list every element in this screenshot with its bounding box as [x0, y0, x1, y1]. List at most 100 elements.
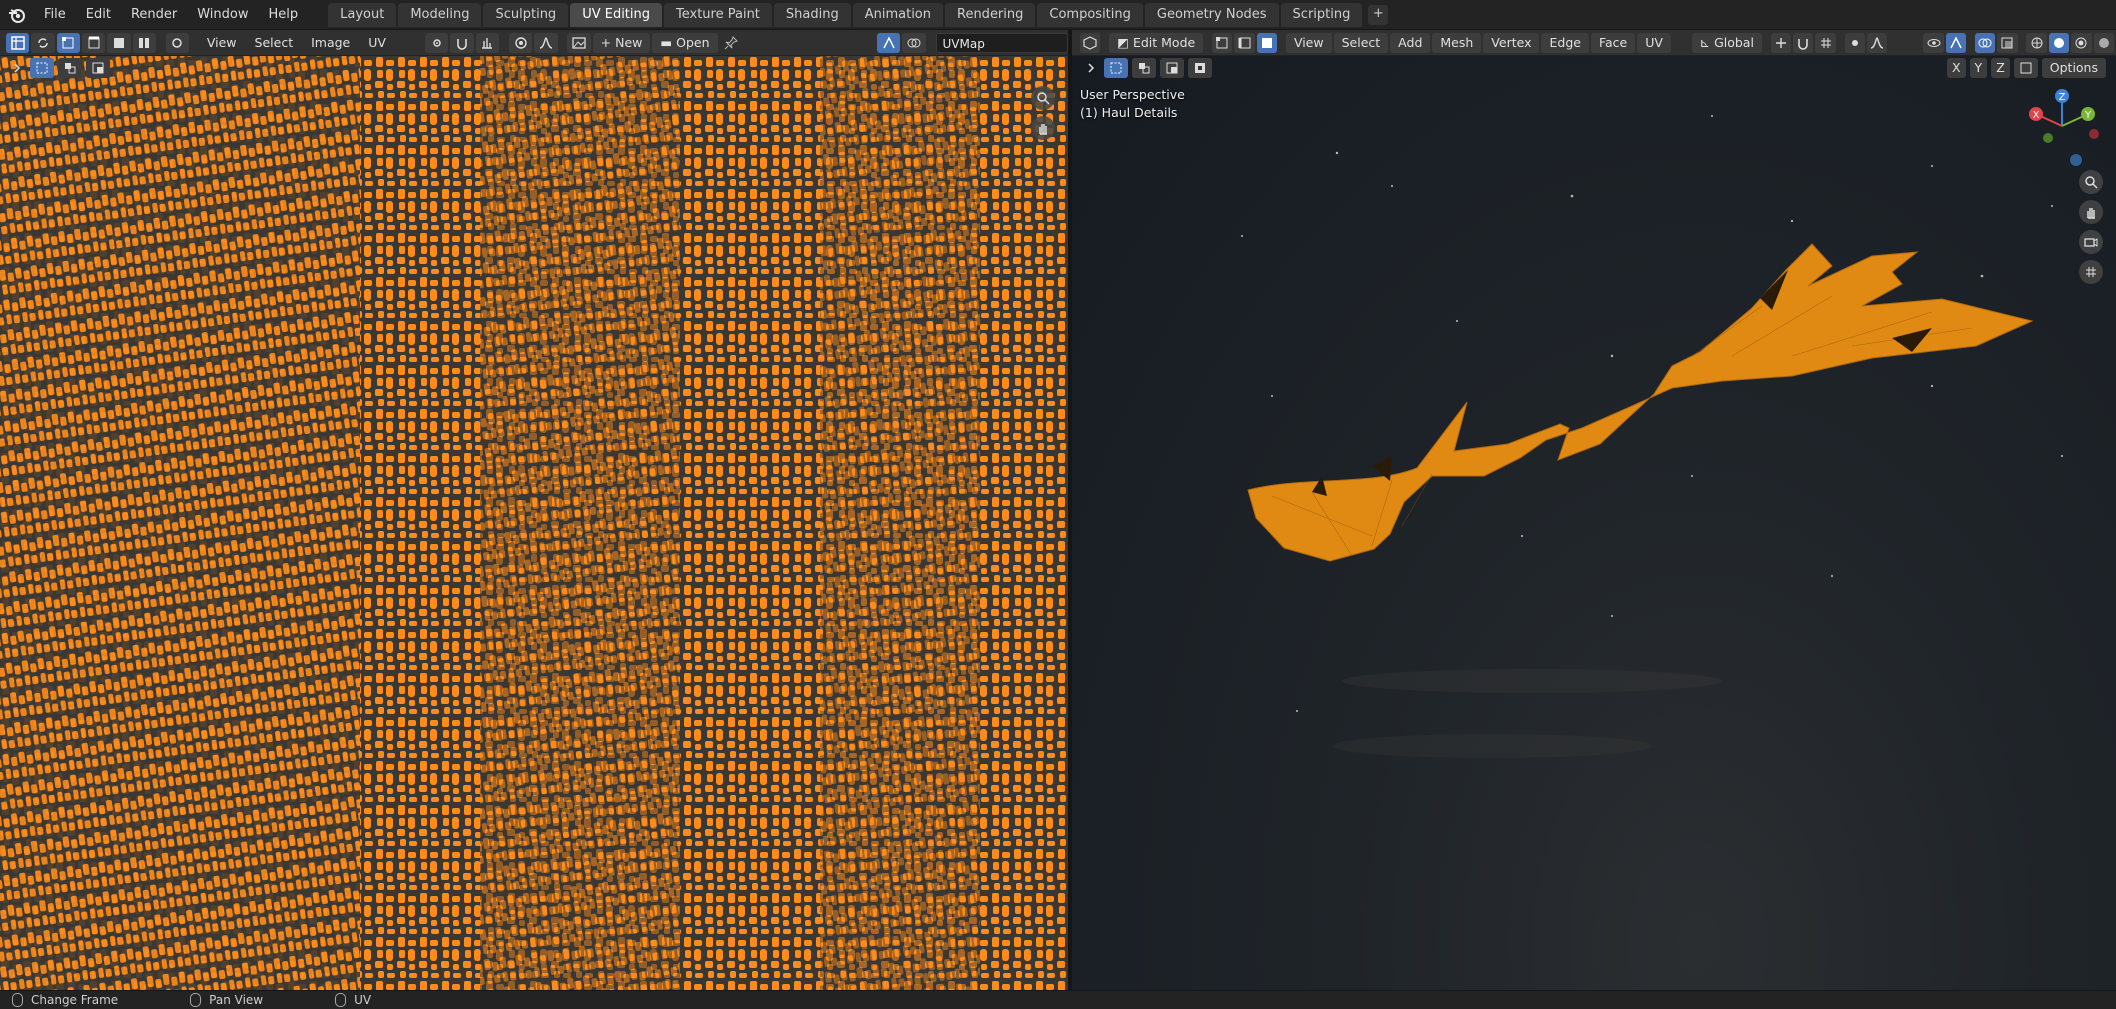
- toolbar-expand-icon[interactable]: [8, 58, 26, 78]
- tab-compositing[interactable]: Compositing: [1037, 2, 1143, 27]
- face-select-icon[interactable]: [107, 32, 131, 53]
- gizmo-neg-y-axis[interactable]: [2043, 133, 2053, 143]
- wireframe-shading-icon[interactable]: [2026, 32, 2047, 53]
- vp-select-box-icon[interactable]: [1104, 58, 1128, 78]
- vp-menu-uv[interactable]: UV: [1637, 32, 1671, 53]
- 3d-viewport[interactable]: User Perspective (1) Haul Details X Y Z …: [1072, 56, 2116, 990]
- editor-type-icon[interactable]: [6, 32, 30, 53]
- edge-select-icon[interactable]: [81, 32, 106, 53]
- image-browse-icon[interactable]: [567, 32, 591, 53]
- face-mode-icon[interactable]: [1256, 32, 1278, 53]
- viewport-info: User Perspective (1) Haul Details: [1080, 86, 1185, 122]
- falloff-icon[interactable]: [534, 32, 558, 53]
- tab-animation[interactable]: Animation: [852, 2, 943, 27]
- menu-file[interactable]: File: [34, 3, 76, 27]
- new-image-button[interactable]: + New: [592, 32, 651, 53]
- gizmo-neg-z-axis[interactable]: [2070, 154, 2082, 166]
- uv-menu-view[interactable]: View: [199, 33, 245, 53]
- rendered-shading-icon[interactable]: [2093, 32, 2114, 53]
- mouse-right-icon: [335, 993, 347, 1007]
- vertex-mode-icon[interactable]: [1212, 32, 1233, 53]
- tab-rendering[interactable]: Rendering: [945, 2, 1036, 27]
- menu-window[interactable]: Window: [187, 3, 258, 27]
- snap-icon[interactable]: [450, 32, 474, 53]
- pin-icon[interactable]: [720, 33, 743, 53]
- mode-dropdown[interactable]: ◩ Edit Mode: [1109, 32, 1204, 53]
- uv-menu-select[interactable]: Select: [247, 33, 302, 53]
- visibility-icon[interactable]: [1923, 32, 1944, 53]
- vp-menu-add[interactable]: Add: [1390, 32, 1431, 53]
- tab-texture-paint[interactable]: Texture Paint: [664, 2, 772, 27]
- vp-snap-grid-icon[interactable]: [1815, 32, 1836, 53]
- vp-menu-edge[interactable]: Edge: [1541, 32, 1589, 53]
- mirror-x-button[interactable]: X: [1946, 58, 1966, 78]
- add-workspace-button[interactable]: +: [1368, 4, 1389, 25]
- pan-hand-icon[interactable]: [1031, 116, 1055, 140]
- tab-shading[interactable]: Shading: [773, 2, 851, 27]
- select-box-icon[interactable]: [30, 58, 54, 78]
- vertex-select-icon[interactable]: [56, 32, 80, 53]
- editor-type-3d-icon[interactable]: [1080, 32, 1101, 53]
- tab-geometry-nodes[interactable]: Geometry Nodes: [1144, 2, 1279, 27]
- gizmo-toggle-icon[interactable]: [1945, 32, 1967, 53]
- mirror-topology-icon[interactable]: [2013, 58, 2038, 78]
- material-shading-icon[interactable]: [2071, 32, 2092, 53]
- menu-render[interactable]: Render: [121, 3, 187, 27]
- vp-tool-row: [1082, 58, 1214, 78]
- vp-falloff-icon[interactable]: [1867, 32, 1888, 53]
- sticky-selection-icon[interactable]: [165, 32, 190, 53]
- solid-shading-icon[interactable]: [2048, 32, 2070, 53]
- uv-menu-image[interactable]: Image: [303, 33, 358, 53]
- vp-snap-icon[interactable]: [1793, 32, 1814, 53]
- vp-menu-view[interactable]: View: [1285, 32, 1332, 53]
- camera-view-icon[interactable]: [2079, 230, 2103, 254]
- options-dropdown[interactable]: Options: [2041, 58, 2106, 78]
- vp-menu-vertex[interactable]: Vertex: [1483, 32, 1540, 53]
- vp-menu-face[interactable]: Face: [1590, 32, 1636, 53]
- vp-menu-mesh[interactable]: Mesh: [1432, 32, 1482, 53]
- menu-help[interactable]: Help: [259, 3, 309, 27]
- menu-edit[interactable]: Edit: [76, 3, 121, 27]
- uvmap-field[interactable]: UVMap: [935, 32, 1069, 53]
- gizmo-neg-x-axis[interactable]: [2089, 129, 2099, 139]
- zoom-icon[interactable]: [1031, 86, 1055, 110]
- pivot-icon[interactable]: [425, 32, 449, 53]
- open-image-button[interactable]: ▬ Open: [652, 32, 718, 53]
- pivot-point-icon[interactable]: [1770, 32, 1792, 53]
- vp-pan-hand-icon[interactable]: [2079, 200, 2103, 224]
- tab-scripting[interactable]: Scripting: [1280, 2, 1363, 27]
- vp-zoom-icon[interactable]: [2079, 170, 2103, 194]
- tab-uv-editing[interactable]: UV Editing: [570, 2, 663, 27]
- xray-toggle-icon[interactable]: [1997, 32, 2018, 53]
- vp-select-subtract-icon[interactable]: [1160, 58, 1184, 78]
- mouse-middle-icon: [190, 993, 202, 1007]
- edit-mode-icon: ◩: [1117, 34, 1133, 50]
- mirror-z-button[interactable]: Z: [1991, 58, 2010, 78]
- tab-modeling[interactable]: Modeling: [398, 2, 482, 27]
- tab-layout[interactable]: Layout: [328, 2, 397, 27]
- orientation-dropdown[interactable]: ⊾ Global: [1691, 32, 1762, 53]
- select-subtract-icon[interactable]: [86, 58, 110, 78]
- vp-toolbar-expand-icon[interactable]: [1082, 58, 1100, 78]
- vp-proportional-icon[interactable]: [1844, 32, 1866, 53]
- sync-selection-icon[interactable]: [31, 32, 55, 53]
- snap-target-icon[interactable]: [475, 32, 500, 53]
- overlays-toggle-icon[interactable]: [1974, 32, 1996, 53]
- uv-gizmo-toggle-icon[interactable]: [877, 32, 901, 53]
- vp-select-invert-icon[interactable]: [1188, 58, 1212, 78]
- vp-menu-select[interactable]: Select: [1333, 32, 1389, 53]
- vp-select-extend-icon[interactable]: [1132, 58, 1156, 78]
- edge-mode-icon[interactable]: [1234, 32, 1255, 53]
- ortho-grid-icon[interactable]: [2079, 260, 2103, 284]
- tab-sculpting[interactable]: Sculpting: [483, 2, 569, 27]
- proportional-editing-icon[interactable]: [508, 32, 533, 53]
- select-extend-icon[interactable]: [58, 58, 82, 78]
- blender-logo-icon[interactable]: [4, 2, 30, 28]
- island-select-icon[interactable]: [132, 32, 156, 53]
- navigation-gizmo[interactable]: Z Y X: [2022, 86, 2102, 166]
- uv-editor-canvas[interactable]: [0, 56, 1068, 990]
- status-bar: Change Frame Pan View UV: [0, 990, 2116, 1009]
- mirror-y-button[interactable]: Y: [1969, 58, 1988, 78]
- uv-menu-uv[interactable]: UV: [360, 33, 394, 53]
- uv-overlay-toggle-icon[interactable]: [902, 32, 926, 53]
